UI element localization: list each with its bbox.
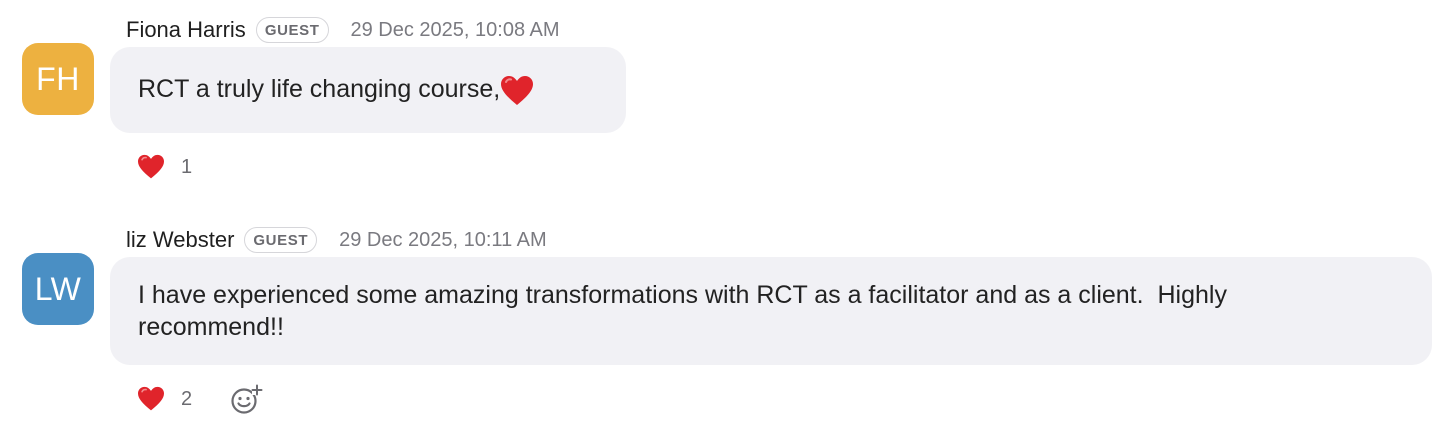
avatar-initials: FH — [36, 60, 80, 97]
reactions-bar: 2 — [137, 384, 264, 414]
message-timestamp: 29 Dec 2025, 10:11 AM — [339, 228, 547, 251]
message-text: I have experienced some amazing transfor… — [138, 279, 1227, 343]
guest-badge: GUEST — [244, 227, 318, 253]
avatar-initials: LW — [34, 270, 82, 307]
heart-reaction[interactable]: 2 — [137, 386, 192, 412]
message-bubble: RCT a truly life changing course, — [110, 47, 626, 133]
message-thread: FH Fiona Harris GUEST 29 Dec 2025, 10:08… — [0, 0, 1448, 440]
message-text: RCT a truly life changing course, — [138, 73, 534, 106]
avatar[interactable]: LW — [22, 253, 94, 325]
heart-emoji-icon — [138, 386, 164, 411]
add-reaction-icon — [231, 384, 263, 414]
heart-reaction[interactable]: 1 — [137, 154, 192, 180]
message-timestamp: 29 Dec 2025, 10:08 AM — [350, 18, 560, 41]
heart-emoji-icon — [501, 75, 534, 105]
heart-emoji-icon — [138, 154, 164, 179]
message-header: liz Webster GUEST 29 Dec 2025, 10:11 AM — [126, 226, 547, 254]
reaction-count: 1 — [181, 155, 193, 178]
reaction-count: 2 — [181, 387, 193, 410]
guest-badge: GUEST — [255, 17, 329, 43]
avatar[interactable]: FH — [22, 43, 94, 115]
message-text-line: I have experienced some amazing transfor… — [138, 281, 1227, 309]
add-reaction-button[interactable] — [230, 383, 264, 415]
message-bubble: I have experienced some amazing transfor… — [110, 257, 1432, 365]
sender-name[interactable]: liz Webster — [126, 227, 234, 253]
reactions-bar: 1 — [137, 152, 192, 182]
sender-name[interactable]: Fiona Harris — [126, 17, 246, 43]
message-text-line: recommend!! — [138, 313, 284, 341]
message-header: Fiona Harris GUEST 29 Dec 2025, 10:08 AM — [126, 16, 560, 44]
